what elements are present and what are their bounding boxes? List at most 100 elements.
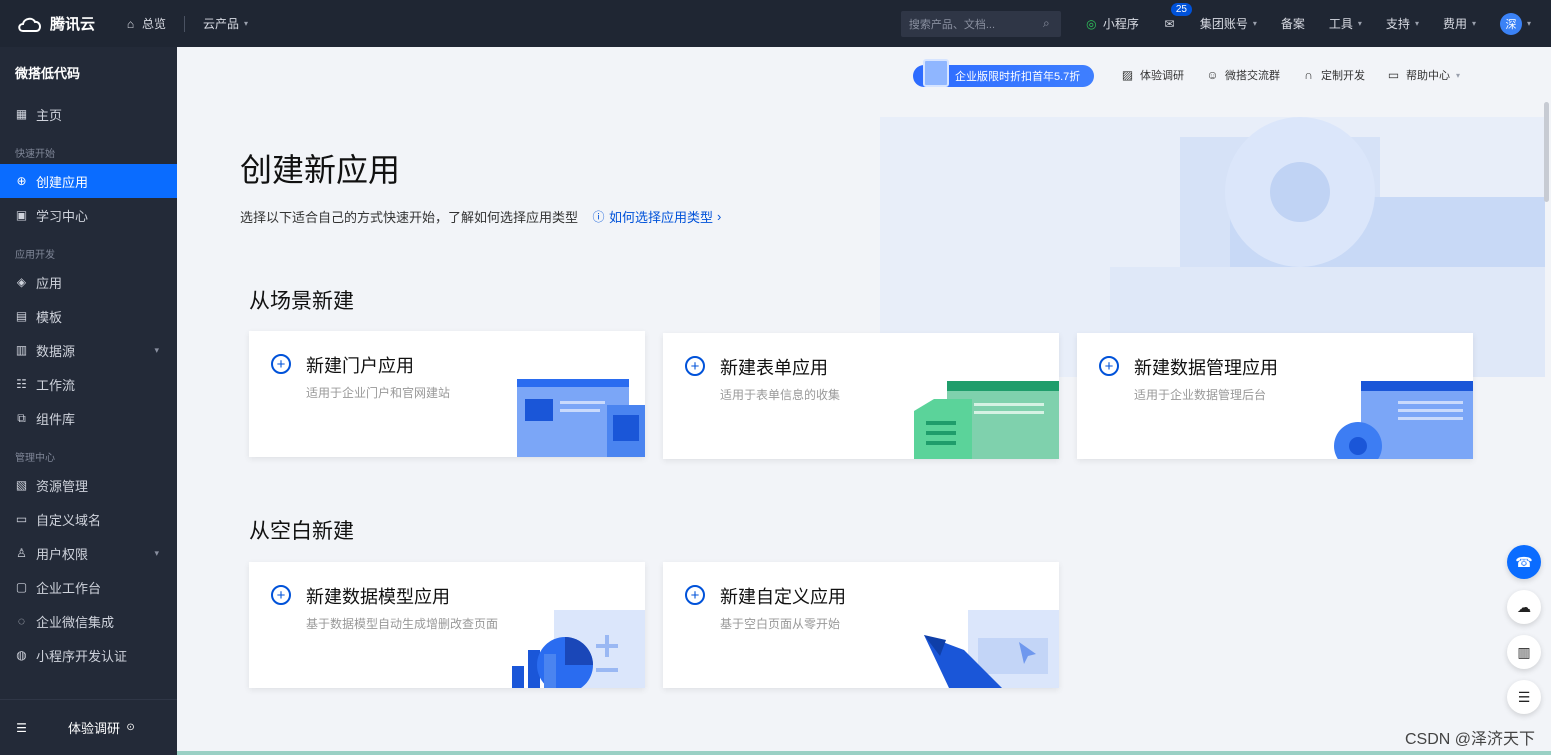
card-data-model-app[interactable]: + 新建数据模型应用 基于数据模型自动生成增删改查页面 <box>249 562 645 688</box>
collapse-menu-icon[interactable]: ☰ <box>15 721 28 735</box>
sidebar-item-permissions[interactable]: ♙ 用户权限 ▾ <box>0 536 177 570</box>
sidebar-item-learning[interactable]: ▣ 学习中心 <box>0 198 177 232</box>
sidebar-item-workflow[interactable]: ☷ 工作流 <box>0 367 177 401</box>
miniprogram-label: 小程序 <box>1102 17 1139 31</box>
billing-label: 费用 <box>1442 17 1467 31</box>
plus-circle-icon: + <box>1099 356 1119 376</box>
tools-menu[interactable]: 工具 ▾ <box>1317 15 1374 32</box>
sidebar-item-wecom[interactable]: ◌ 企业微信集成 <box>0 604 177 638</box>
sidebar-item-components[interactable]: ⧉ 组件库 <box>0 401 177 435</box>
custom-dev-label: 定制开发 <box>1321 70 1365 82</box>
card-title: 新建自定义应用 <box>720 587 846 607</box>
list-icon: ☰ <box>1517 688 1531 705</box>
custom-dev-link[interactable]: ∩ 定制开发 <box>1302 67 1365 83</box>
card-desc: 适用于企业数据管理后台 <box>1134 388 1267 402</box>
card-form-app[interactable]: + 新建表单应用 适用于表单信息的收集 <box>663 333 1059 459</box>
help-monitor-icon: ▭ <box>1387 68 1400 82</box>
sidebar-section-dev: 应用开发 <box>15 250 55 261</box>
help-center-menu[interactable]: ▭ 帮助中心 ▾ <box>1387 67 1460 83</box>
card-custom-app[interactable]: + 新建自定义应用 基于空白页面从零开始 <box>663 562 1059 688</box>
list-button[interactable]: ☰ <box>1507 680 1541 714</box>
chevron-down-icon: ▾ <box>1252 19 1257 28</box>
plus-circle-icon: ⊕ <box>16 174 27 188</box>
sidebar-item-label: 创建应用 <box>36 174 89 190</box>
billing-menu[interactable]: 费用 ▾ <box>1431 15 1488 32</box>
record-link[interactable]: 备案 <box>1269 15 1317 32</box>
sidebar-item-templates[interactable]: ▤ 模板 <box>0 299 177 333</box>
sidebar-item-resources[interactable]: ▧ 资源管理 <box>0 468 177 502</box>
sidebar-item-label: 工作流 <box>36 377 76 393</box>
sidebar-item-create-app[interactable]: ⊕ 创建应用 <box>0 164 177 198</box>
mail-button[interactable]: ✉ 25 <box>1151 3 1192 31</box>
sidebar-item-label: 数据源 <box>36 343 76 359</box>
grid-icon: ▦ <box>15 107 28 121</box>
sidebar-section-quick: 快速开始 <box>15 149 55 160</box>
divider <box>184 15 186 32</box>
sidebar: 微搭低代码 ▦ 主页 快速开始 ⊕ 创建应用 ▣ 学习中心 应用开发 ◈ 应用 … <box>0 47 177 755</box>
calendar-icon: ▢ <box>15 580 28 594</box>
sidebar-item-home[interactable]: ▦ 主页 <box>0 97 177 131</box>
sidebar-item-domain[interactable]: ▭ 自定义域名 <box>0 502 177 536</box>
book-open-icon: ▥ <box>1517 643 1531 660</box>
sidebar-item-mp-auth[interactable]: ◍ 小程序开发认证 <box>0 638 177 672</box>
user-menu[interactable]: 深 ▾ <box>1488 12 1551 35</box>
promo-text: 企业版限时折扣首年5.7折 <box>955 71 1081 83</box>
survey-link-label: 体验调研 <box>1140 70 1184 82</box>
card-portal-app[interactable]: + 新建门户应用 适用于企业门户和官网建站 <box>249 331 645 457</box>
sidebar-item-workspace[interactable]: ▢ 企业工作台 <box>0 570 177 604</box>
overview-link[interactable]: ⌂ 总览 <box>112 15 178 32</box>
chevron-down-icon: ▾ <box>154 344 159 355</box>
survey-entry[interactable]: 体验调研 ⊙ <box>68 718 137 737</box>
cloud-logo-icon <box>18 17 41 32</box>
chevron-down-icon: ▾ <box>1357 19 1362 28</box>
question-circle-icon: ⓘ <box>592 210 605 224</box>
wecom-icon: ◌ <box>17 614 26 628</box>
scrollbar[interactable] <box>1544 102 1549 202</box>
chevron-down-icon: ▾ <box>244 19 249 28</box>
support-menu[interactable]: 支持 ▾ <box>1374 15 1431 32</box>
survey-link[interactable]: ▨ 体验调研 <box>1121 67 1184 83</box>
portal-illustration-icon <box>517 379 645 457</box>
sidebar-item-label: 应用 <box>36 275 63 291</box>
user-icon: ♙ <box>16 546 27 560</box>
help-link-label: 如何选择应用类型 <box>609 210 714 225</box>
headset-icon: ☎ <box>1515 553 1533 570</box>
brand-name: 腾讯云 <box>50 16 96 33</box>
search-input[interactable]: 搜索产品、文档... ⌕ <box>900 10 1061 37</box>
avatar: 深 <box>1499 12 1522 35</box>
main-content: 企业版限时折扣首年5.7折 ▨ 体验调研 ☺ 微搭交流群 ∩ 定制开发 ▭ 帮助… <box>177 47 1551 755</box>
page-title: 创建新应用 <box>240 152 401 188</box>
arrow-right-circle-icon: ⊙ <box>126 722 135 733</box>
bottom-accent-line <box>177 751 1551 755</box>
cloud-button[interactable]: ☁ <box>1507 590 1541 624</box>
template-icon: ▤ <box>15 309 28 323</box>
card-desc: 基于数据模型自动生成增删改查页面 <box>306 617 499 631</box>
monitor-icon: ▭ <box>15 512 28 526</box>
sidebar-item-label: 模板 <box>36 309 63 325</box>
group-link[interactable]: ☺ 微搭交流群 <box>1206 67 1280 83</box>
promo-banner[interactable]: 企业版限时折扣首年5.7折 <box>913 59 1095 87</box>
account-menu[interactable]: 集团账号 ▾ <box>1188 15 1269 32</box>
record-label: 备案 <box>1280 17 1305 31</box>
account-label: 集团账号 <box>1199 17 1248 31</box>
sidebar-item-label: 小程序开发认证 <box>36 648 128 664</box>
chat-icon: ☺ <box>1206 68 1219 82</box>
floating-actions: ☎ ☁ ▥ ☰ <box>1507 545 1541 714</box>
docs-button[interactable]: ▥ <box>1507 635 1541 669</box>
workflow-icon: ☷ <box>16 377 27 391</box>
customer-service-button[interactable]: ☎ <box>1507 545 1541 579</box>
card-data-mgmt-app[interactable]: + 新建数据管理应用 适用于企业数据管理后台 <box>1077 333 1473 459</box>
sidebar-item-apps[interactable]: ◈ 应用 <box>0 265 177 299</box>
shopping-bag-icon <box>923 59 949 87</box>
chevron-down-icon: ▾ <box>154 547 159 558</box>
card-desc: 基于空白页面从零开始 <box>720 617 841 631</box>
miniprogram-link[interactable]: ◎ 小程序 <box>1073 15 1151 32</box>
plus-circle-icon: + <box>685 585 705 605</box>
plus-circle-icon: + <box>685 356 705 376</box>
sidebar-title: 微搭低代码 <box>15 65 81 81</box>
products-menu[interactable]: 云产品 ▾ <box>191 15 260 32</box>
sidebar-section-admin: 管理中心 <box>15 453 55 464</box>
how-to-choose-link[interactable]: ⓘ 如何选择应用类型 › <box>592 207 722 226</box>
sidebar-item-datasource[interactable]: ▥ 数据源 ▾ <box>0 333 177 367</box>
tencent-cloud-logo[interactable]: 腾讯云 <box>0 13 112 34</box>
